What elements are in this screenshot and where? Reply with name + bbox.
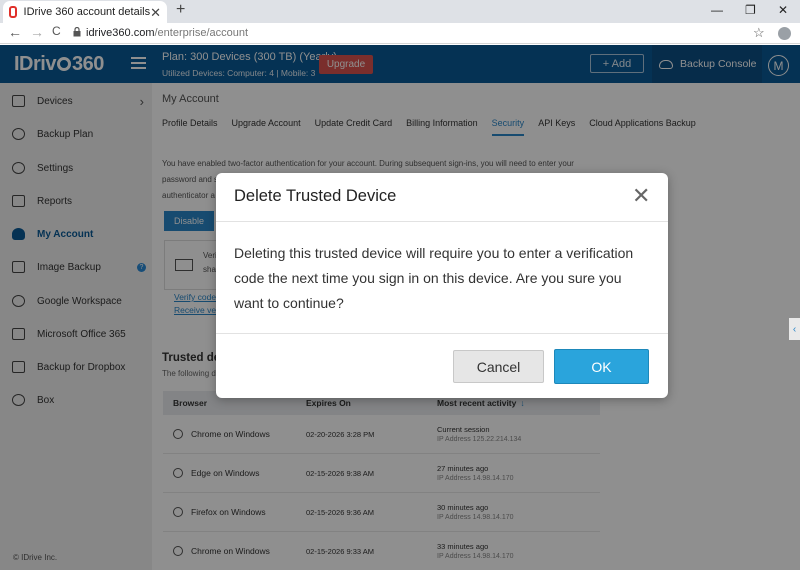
cancel-button[interactable]: Cancel xyxy=(453,350,544,383)
tab-close-icon[interactable]: ✕ xyxy=(150,6,161,19)
address-bar: ← → C idrive360.com/enterprise/account ☆ xyxy=(0,23,800,44)
divider xyxy=(216,333,668,334)
browser-tab-bar: IDrive 360 account details ✕ + — ❐ ✕ xyxy=(0,0,800,23)
delete-trusted-device-dialog: Delete Trusted Device ✕ Deleting this tr… xyxy=(216,173,668,398)
url-path: /enterprise/account xyxy=(154,27,249,39)
reload-button[interactable]: C xyxy=(52,24,61,38)
lock-icon[interactable] xyxy=(73,27,81,37)
url-field[interactable]: idrive360.com/enterprise/account xyxy=(86,27,248,39)
minimize-button[interactable]: — xyxy=(711,3,723,17)
divider xyxy=(216,221,668,222)
dialog-title: Delete Trusted Device xyxy=(234,187,397,205)
window-close-button[interactable]: ✕ xyxy=(778,3,788,17)
dialog-message: Deleting this trusted device will requir… xyxy=(234,245,634,311)
new-tab-button[interactable]: + xyxy=(176,1,185,19)
forward-button[interactable]: → xyxy=(30,24,44,40)
back-button[interactable]: ← xyxy=(8,24,22,40)
browser-tab[interactable]: IDrive 360 account details ✕ xyxy=(3,1,167,23)
tab-title: IDrive 360 account details xyxy=(23,6,151,18)
close-icon[interactable]: ✕ xyxy=(632,185,650,207)
side-panel-toggle[interactable]: ‹ xyxy=(789,318,800,340)
idrive-favicon-icon xyxy=(9,6,17,18)
bookmark-star-icon[interactable]: ☆ xyxy=(753,25,765,41)
url-domain: idrive360.com xyxy=(86,27,155,39)
ok-button[interactable]: OK xyxy=(554,349,649,384)
restore-button[interactable]: ❐ xyxy=(745,3,756,17)
browser-profile-icon[interactable] xyxy=(778,27,791,40)
